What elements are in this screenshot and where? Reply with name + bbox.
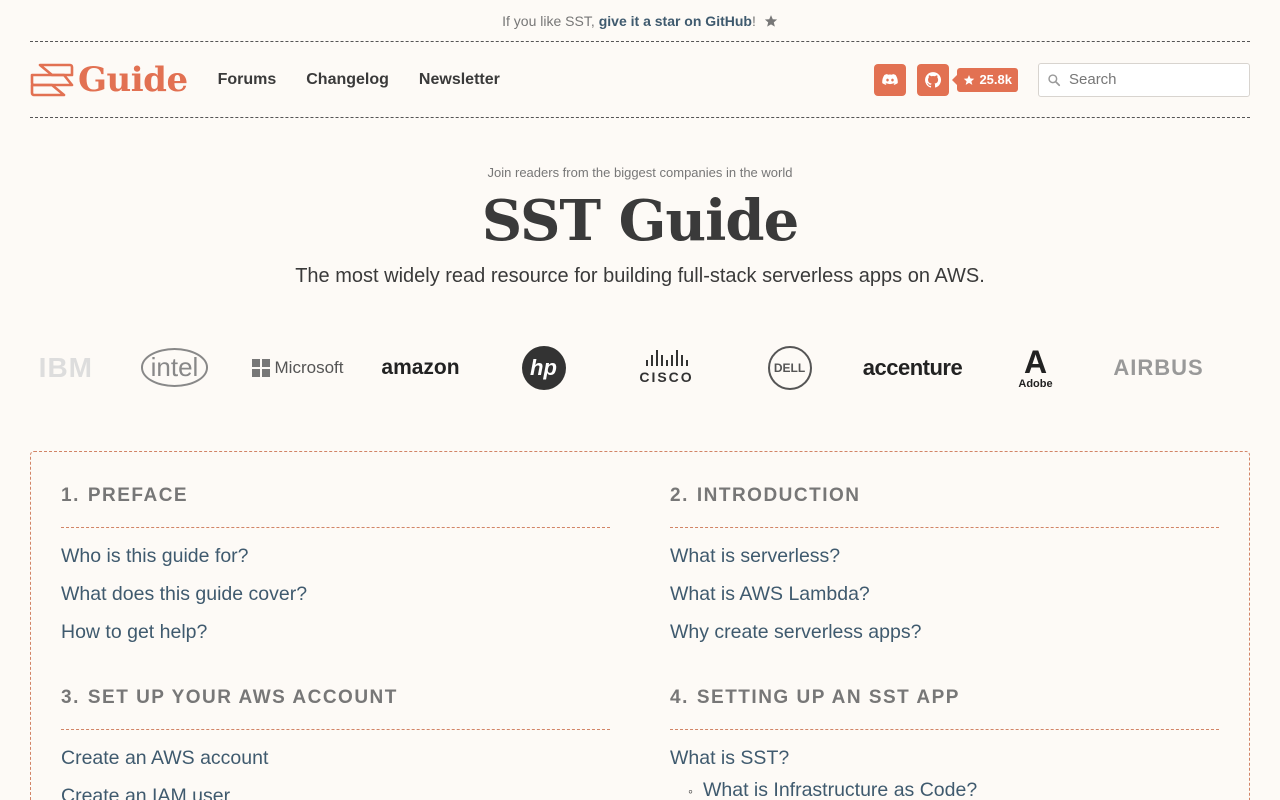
toc-section-sst-app: 4.SETTING UP AN SST APP What is SST? Wha… bbox=[670, 654, 1219, 800]
cisco-logo: CISCO bbox=[605, 330, 728, 405]
ibm-logo: IBM bbox=[38, 351, 93, 383]
toc-link[interactable]: What is serverless? bbox=[670, 545, 840, 567]
list-item: What does this guide cover? bbox=[61, 583, 610, 621]
list-item: What is Infrastructure as Code? bbox=[688, 779, 1219, 800]
logo-strip: IBM intel Microsoft amazon hp CISCO DELL… bbox=[0, 330, 1220, 405]
accenture-logo: accenture bbox=[862, 354, 963, 380]
discord-button[interactable] bbox=[874, 63, 907, 96]
toc-section-preface: 1. PREFACE Who is this guide for? What do… bbox=[61, 452, 610, 659]
github-icon bbox=[925, 71, 942, 88]
list-item: Who is this guide for? bbox=[61, 545, 610, 583]
amazon-logo: amazon bbox=[381, 355, 460, 379]
dell-logo: DELL bbox=[728, 330, 851, 405]
nav-changelog[interactable]: Changelog bbox=[306, 71, 389, 89]
search-icon bbox=[1048, 73, 1061, 86]
star-icon bbox=[764, 14, 777, 27]
discord-icon bbox=[882, 73, 899, 85]
toc-link[interactable]: What does this guide cover? bbox=[61, 583, 307, 605]
microsoft-logo: Microsoft bbox=[236, 330, 359, 405]
nav-forums[interactable]: Forums bbox=[218, 71, 277, 89]
toc-link[interactable]: What is AWS Lambda? bbox=[670, 583, 870, 605]
cisco-bars-icon bbox=[645, 350, 688, 366]
toc-heading: 2. INTRODUCTION bbox=[670, 452, 1219, 528]
logo-text: Guide bbox=[78, 59, 188, 100]
star-icon bbox=[964, 74, 975, 85]
table-of-contents: 1. PREFACE Who is this guide for? What do… bbox=[30, 451, 1250, 800]
sst-logo-icon bbox=[30, 63, 74, 96]
microsoft-grid-icon bbox=[251, 358, 270, 377]
site-header: Guide Forums Changelog Newsletter 25.8k bbox=[30, 42, 1250, 118]
header-actions: 25.8k bbox=[874, 62, 1250, 97]
toc-section-aws-account: 3. SET UP YOUR AWS ACCOUNT Create an AWS … bbox=[61, 654, 610, 800]
toc-link[interactable]: How to get help? bbox=[61, 621, 207, 643]
toc-heading: 1. PREFACE bbox=[61, 452, 610, 528]
hp-logo: hp bbox=[482, 330, 605, 405]
toc-link[interactable]: Create an AWS account bbox=[61, 747, 268, 769]
page-title: SST Guide bbox=[481, 188, 799, 254]
toc-link[interactable]: Create an IAM user bbox=[61, 785, 230, 800]
list-item: Create an AWS account bbox=[61, 747, 610, 785]
search-input[interactable] bbox=[1069, 71, 1239, 88]
toc-section-introduction: 2. INTRODUCTION What is serverless? What … bbox=[670, 452, 1219, 659]
page-subtitle: The most widely read resource for buildi… bbox=[295, 265, 985, 287]
toc-link[interactable]: Why create serverless apps? bbox=[670, 621, 921, 643]
github-star-banner: If you like SST, give it a star on GitHu… bbox=[30, 0, 1250, 42]
hero-kicker: Join readers from the biggest companies … bbox=[487, 165, 793, 180]
github-button[interactable] bbox=[917, 63, 950, 96]
toc-link[interactable]: Who is this guide for? bbox=[61, 545, 249, 567]
guide-logo[interactable]: Guide bbox=[30, 60, 188, 100]
toc-sub-link[interactable]: What is Infrastructure as Code? bbox=[703, 779, 977, 800]
banner-suffix: ! bbox=[751, 12, 756, 29]
toc-heading: 4. SETTING UP AN SST APP bbox=[670, 654, 1219, 730]
company-logos: IBM intel Microsoft amazon hp CISCO DELL… bbox=[0, 330, 1280, 405]
github-stars-count: 25.8k bbox=[979, 72, 1012, 87]
main-nav: Forums Changelog Newsletter bbox=[218, 71, 530, 89]
github-star-link[interactable]: give it a star on GitHub bbox=[599, 13, 752, 29]
github-stars-badge[interactable]: 25.8k bbox=[952, 67, 1018, 92]
list-item: Create an IAM user bbox=[61, 785, 610, 800]
nav-newsletter[interactable]: Newsletter bbox=[419, 71, 500, 89]
toc-heading: 3. SET UP YOUR AWS ACCOUNT bbox=[61, 654, 610, 730]
banner-text: If you like SST, bbox=[502, 12, 595, 29]
list-item: What is serverless? bbox=[670, 545, 1219, 583]
toc-link[interactable]: What is SST? bbox=[670, 747, 789, 769]
list-item: What is AWS Lambda? bbox=[670, 583, 1219, 621]
airbus-logo: AIRBUS bbox=[1113, 354, 1204, 380]
adobe-logo: A Adobe bbox=[1018, 343, 1053, 390]
intel-logo: intel bbox=[113, 330, 236, 405]
search-box[interactable] bbox=[1038, 62, 1250, 97]
adobe-icon: A bbox=[1023, 343, 1048, 380]
